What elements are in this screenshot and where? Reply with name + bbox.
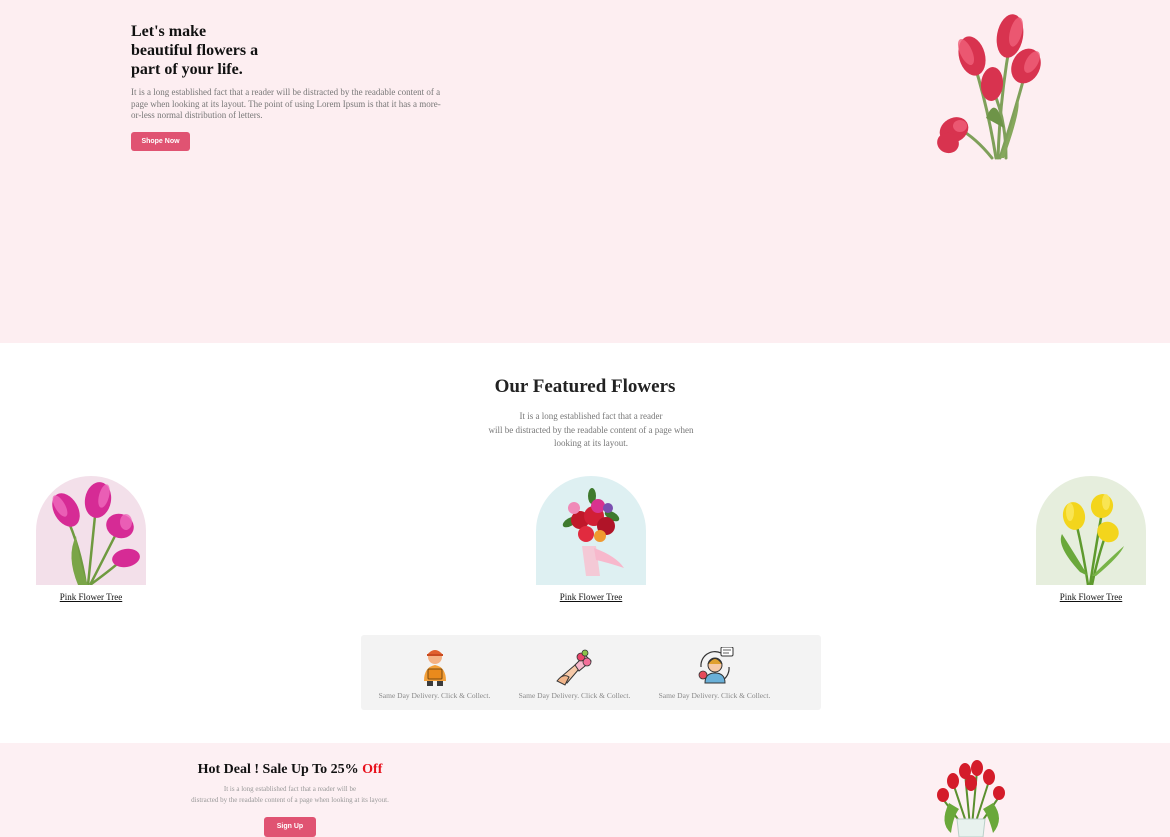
product-image-frame <box>536 476 646 585</box>
deal-title-text: Hot Deal ! Sale Up To 25% <box>197 762 359 777</box>
red-tulips-vase-image <box>937 760 1005 837</box>
yellow-tulips-image <box>1060 494 1124 585</box>
delivery-man-icon <box>423 650 446 686</box>
product-card[interactable]: Pink Flower Tree <box>36 476 146 602</box>
bouquet-hand-icon <box>555 649 592 686</box>
feature-text: Same Day Delivery. Click & Collect. <box>658 691 771 700</box>
product-link[interactable]: Pink Flower Tree <box>536 592 646 602</box>
hero-section: Let's make beautiful flowers a part of y… <box>0 0 1170 343</box>
deal-title-accent: Off <box>362 762 383 777</box>
featured-description: It is a long established fact that a rea… <box>470 410 712 451</box>
product-card[interactable]: Pink Flower Tree <box>1036 476 1146 602</box>
hero-description: It is a long established fact that a rea… <box>131 87 441 120</box>
shop-now-button[interactable]: Shope Now <box>131 132 190 151</box>
customer-support-icon <box>698 647 733 684</box>
hero-title-line-2: beautiful flowers a <box>131 42 259 59</box>
feature-text: Same Day Delivery. Click & Collect. <box>378 691 491 700</box>
features-bar: Same Day Delivery. Click & Collect. Same… <box>361 635 821 710</box>
hot-deal-section: Hot Deal ! Sale Up To 25% Off It is a lo… <box>0 743 1170 837</box>
red-tulips-image <box>937 14 1041 160</box>
featured-description-line-2: will be distracted by the readable conte… <box>488 424 694 435</box>
deal-description-line-2: distracted by the readable content of a … <box>191 796 389 804</box>
hero-title-line-3: part of your life. <box>131 61 243 78</box>
featured-title: Our Featured Flowers <box>494 376 676 397</box>
deal-description: It is a long established fact that a rea… <box>160 784 420 806</box>
hero-title: Let's make beautiful flowers a part of y… <box>131 22 331 79</box>
deal-description-line-1: It is a long established fact that a rea… <box>223 785 357 793</box>
pink-tulips-image <box>52 482 140 585</box>
feature-item: Same Day Delivery. Click & Collect. <box>372 647 497 700</box>
feature-text: Same Day Delivery. Click & Collect. <box>518 691 631 700</box>
product-link[interactable]: Pink Flower Tree <box>1036 592 1146 602</box>
feature-item: Same Day Delivery. Click & Collect. <box>652 647 777 700</box>
bouquet-image <box>562 488 624 576</box>
featured-description-line-3: looking at its layout. <box>554 438 628 448</box>
hero-title-line-1: Let's make <box>131 23 207 40</box>
deal-title: Hot Deal ! Sale Up To 25% Off <box>170 762 410 778</box>
feature-item: Same Day Delivery. Click & Collect. <box>512 647 637 700</box>
product-card[interactable]: Pink Flower Tree <box>536 476 646 602</box>
sign-up-button[interactable]: Sign Up <box>264 817 316 837</box>
product-image-frame <box>36 476 146 585</box>
featured-description-line-1: It is a long established fact that a rea… <box>519 411 663 421</box>
product-image-frame <box>1036 476 1146 585</box>
product-link[interactable]: Pink Flower Tree <box>36 592 146 602</box>
